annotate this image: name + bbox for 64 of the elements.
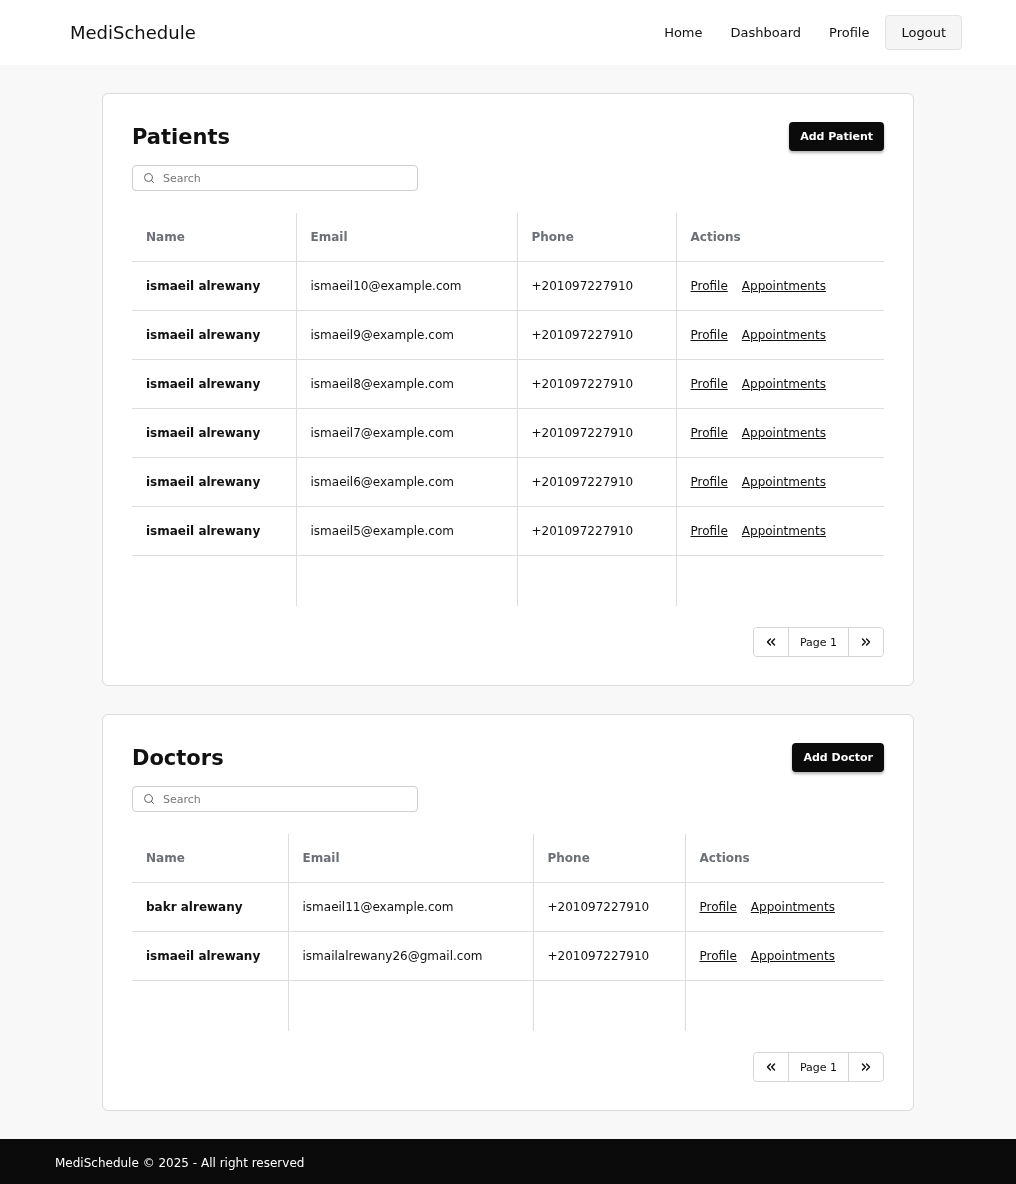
table-cell: ismaeil10@example.com	[296, 261, 517, 311]
logout-button[interactable]: Logout	[885, 15, 962, 50]
search-icon	[143, 793, 155, 805]
table-cell: ismaeil alrewany	[132, 457, 296, 507]
action-link[interactable]: Appointments	[750, 949, 835, 963]
action-link[interactable]: Appointments	[741, 279, 826, 293]
nav-link[interactable]: Home	[652, 17, 715, 48]
search-icon	[143, 172, 155, 184]
add-button[interactable]: Add Doctor	[792, 743, 884, 772]
action-link[interactable]: Profile	[690, 328, 728, 342]
table-cell: +201097227910	[517, 506, 676, 556]
table-cell: +201097227910	[533, 882, 685, 932]
column-header: Name	[132, 834, 288, 883]
table-cell: ismaeil alrewany	[132, 931, 288, 981]
nav-link[interactable]: Dashboard	[718, 17, 814, 48]
action-link[interactable]: Profile	[699, 900, 737, 914]
double-chevron-right-icon	[859, 635, 873, 649]
table-cell: ismaeil11@example.com	[288, 882, 533, 932]
brand-name: MediSchedule	[70, 22, 196, 43]
table-cell: ismaeil5@example.com	[296, 506, 517, 556]
action-link[interactable]: Appointments	[741, 377, 826, 391]
table-cell: ismailalrewany26@gmail.com	[288, 931, 533, 981]
add-button[interactable]: Add Patient	[789, 122, 884, 151]
search-field[interactable]: Search	[132, 786, 418, 812]
column-header: Phone	[533, 834, 685, 883]
column-header: Actions	[685, 834, 884, 883]
search-field[interactable]: Search	[132, 165, 418, 191]
action-link[interactable]: Appointments	[741, 426, 826, 440]
action-link[interactable]: Appointments	[741, 524, 826, 538]
action-link[interactable]: Profile	[690, 377, 728, 391]
table-cell: bakr alrewany	[132, 882, 288, 932]
table-cell: ismaeil alrewany	[132, 408, 296, 458]
column-header: Email	[288, 834, 533, 883]
table-cell: ismaeil7@example.com	[296, 408, 517, 458]
action-link[interactable]: Profile	[690, 524, 728, 538]
action-link[interactable]: Appointments	[741, 475, 826, 489]
copyright-text: MediSchedule © 2025 - All right reserved	[55, 1156, 305, 1170]
table-cell: +201097227910	[517, 408, 676, 458]
action-link[interactable]: Appointments	[741, 328, 826, 342]
table-cell: +201097227910	[517, 359, 676, 409]
table-cell: ismaeil6@example.com	[296, 457, 517, 507]
action-link[interactable]: Profile	[690, 279, 728, 293]
table-cell: +201097227910	[517, 261, 676, 311]
table-cell: ismaeil9@example.com	[296, 310, 517, 360]
action-link[interactable]: Profile	[690, 426, 728, 440]
table-cell: +201097227910	[517, 457, 676, 507]
table-cell: ismaeil8@example.com	[296, 359, 517, 409]
column-header: Email	[296, 213, 517, 262]
action-link[interactable]: Profile	[699, 949, 737, 963]
table-cell: ismaeil alrewany	[132, 310, 296, 360]
action-link[interactable]: Profile	[690, 475, 728, 489]
table-cell: +201097227910	[533, 931, 685, 981]
column-header: Phone	[517, 213, 676, 262]
action-link[interactable]: Appointments	[750, 900, 835, 914]
table-cell: ismaeil alrewany	[132, 359, 296, 409]
column-header: Actions	[676, 213, 884, 262]
table-cell: +201097227910	[517, 310, 676, 360]
double-chevron-right-icon	[859, 1060, 873, 1074]
section-title: Patients	[132, 124, 230, 149]
table-cell: ismaeil alrewany	[132, 261, 296, 311]
nav-link[interactable]: Profile	[817, 17, 882, 48]
column-header: Name	[132, 213, 296, 262]
section-title: Doctors	[132, 745, 224, 770]
table-cell: ismaeil alrewany	[132, 506, 296, 556]
